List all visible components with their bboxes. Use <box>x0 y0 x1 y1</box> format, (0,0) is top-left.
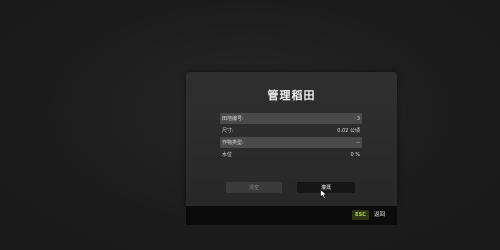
size-value: 0.02 公顷 <box>337 128 360 134</box>
game-background: 管理稻田 田地编号: 3 尺寸: 0.02 公顷 作物类型: -- 水位 0 %… <box>0 0 500 250</box>
field-id-label: 田地编号: <box>222 116 244 122</box>
field-id-value: 3 <box>356 115 360 122</box>
crop-type-value: -- <box>356 139 360 146</box>
water-level-value: 0 % <box>350 151 360 158</box>
dialog-title: 管理稻田 <box>267 89 316 102</box>
size-row: 尺寸: 0.02 公顷 <box>220 125 362 136</box>
footer-bar: ESC 返回 <box>186 206 397 225</box>
crop-type-label: 作物类型: <box>222 140 244 146</box>
mouse-cursor-icon <box>320 189 328 199</box>
field-id-dropdown[interactable]: 田地编号: 3 <box>220 113 362 124</box>
crop-type-dropdown[interactable]: 作物类型: -- <box>220 137 362 148</box>
manage-paddy-dialog: 管理稻田 田地编号: 3 尺寸: 0.02 公顷 作物类型: -- 水位 0 %… <box>186 72 397 206</box>
field-info-list: 田地编号: 3 尺寸: 0.02 公顷 作物类型: -- 水位 0 % <box>220 113 362 161</box>
water-level-label: 水位 <box>222 152 233 158</box>
size-label: 尺寸: <box>222 128 234 134</box>
back-label[interactable]: 返回 <box>374 210 385 220</box>
esc-key-hint[interactable]: ESC <box>352 210 369 220</box>
water-level-row: 水位 0 % <box>220 149 362 160</box>
clear-button[interactable]: 清空 <box>226 182 282 193</box>
